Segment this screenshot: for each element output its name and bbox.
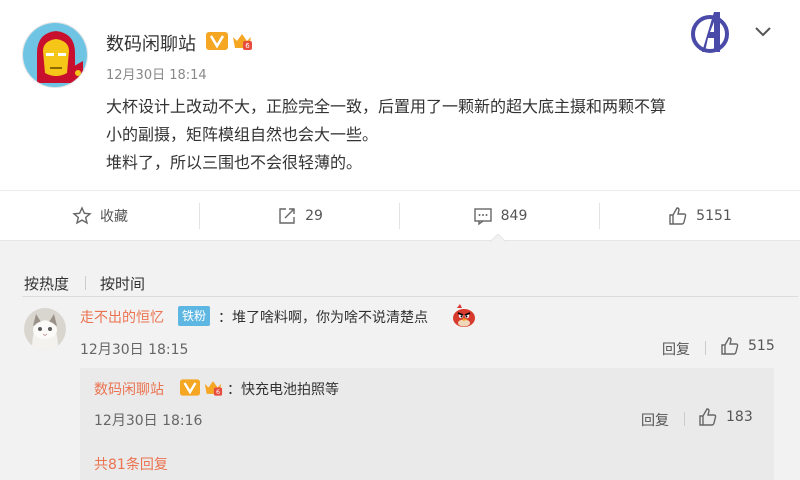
verified-badge-icon <box>206 32 228 50</box>
like-count: 5151 <box>696 208 732 224</box>
author-name[interactable]: 数码闲聊站 <box>106 30 196 56</box>
comments-section: 按热度 按时间 走不出的恒忆 铁粉 ：堆了啥料啊，你为啥不说清楚点 12月30日… <box>0 242 800 480</box>
reply-time: 12月30日 18:16 <box>94 413 203 429</box>
comment-like-count: 515 <box>748 338 775 354</box>
more-replies-link[interactable]: 共81条回复 <box>94 454 168 474</box>
divider <box>684 412 685 426</box>
repost-button[interactable]: 29 <box>200 191 400 241</box>
post-time: 12月30日 18:14 <box>106 68 207 83</box>
reply-author-name[interactable]: 数码闲聊站 <box>94 379 164 399</box>
svg-text:6: 6 <box>216 389 220 396</box>
crown-vip-icon: 6 <box>203 379 223 396</box>
thumbs-up-icon <box>699 408 717 426</box>
svg-text:6: 6 <box>245 42 250 50</box>
crown-vip-icon: 6 <box>231 32 253 50</box>
post-body: 大杯设计上改动不大，正脸完全一致，后置用了一颗新的超大底主摄和两颗不算 小的副摄… <box>106 93 770 177</box>
thumbs-up-icon <box>669 207 687 225</box>
reply-like-button[interactable]: 183 <box>698 407 753 427</box>
chevron-down-icon[interactable] <box>752 20 774 42</box>
sort-by-time-tab[interactable]: 按时间 <box>100 273 145 294</box>
avengers-logo-icon <box>686 8 734 56</box>
favorite-label: 收藏 <box>100 209 128 225</box>
action-bar: 收藏 29 849 5151 <box>0 190 800 240</box>
comment-like-button[interactable]: 515 <box>720 336 775 356</box>
post-line: 堆料了，所以三围也不会很轻薄的。 <box>106 153 363 172</box>
caret-up-icon <box>490 234 506 242</box>
reply-button[interactable]: 回复 <box>641 410 669 430</box>
favorite-button[interactable]: 收藏 <box>0 191 200 241</box>
comment-text: ：堆了啥料啊，你为啥不说清楚点 <box>218 310 428 326</box>
divider <box>22 296 798 297</box>
post-line: 小的副摄，矩阵模组自然也会大一些。 <box>106 125 379 144</box>
sort-by-hot-tab[interactable]: 按热度 <box>24 273 69 294</box>
thumbs-up-icon <box>721 337 739 355</box>
angry-bird-emoji-icon <box>451 304 477 328</box>
comment-time: 12月30日 18:15 <box>80 342 189 358</box>
divider <box>705 341 706 355</box>
reply-text: ：快充电池拍照等 <box>227 382 339 398</box>
commenter-name[interactable]: 走不出的恒忆 <box>80 307 164 327</box>
repost-icon <box>279 208 295 224</box>
verified-badge-icon <box>180 379 200 396</box>
reply-button[interactable]: 回复 <box>662 339 690 359</box>
weibo-post: 数码闲聊站 6 12月30日 18:14 大杯设计上改动不大，正脸完全一致，后置… <box>0 0 800 241</box>
like-button[interactable]: 5151 <box>600 191 800 241</box>
divider <box>85 276 86 290</box>
reply-like-count: 183 <box>726 409 753 425</box>
comment-icon <box>473 208 492 226</box>
fan-badge: 铁粉 <box>178 306 211 326</box>
comment-count: 849 <box>500 208 528 224</box>
repost-count: 29 <box>305 208 323 224</box>
post-line: 大杯设计上改动不大，正脸完全一致，后置用了一颗新的超大底主摄和两颗不算 <box>106 97 667 116</box>
star-icon <box>72 206 92 225</box>
author-avatar[interactable] <box>22 22 88 88</box>
commenter-avatar[interactable] <box>24 308 66 350</box>
sub-reply-box: 数码闲聊站 6 ：快充电池拍照等 12月30日 18:16 回复 183 共81… <box>80 368 774 480</box>
